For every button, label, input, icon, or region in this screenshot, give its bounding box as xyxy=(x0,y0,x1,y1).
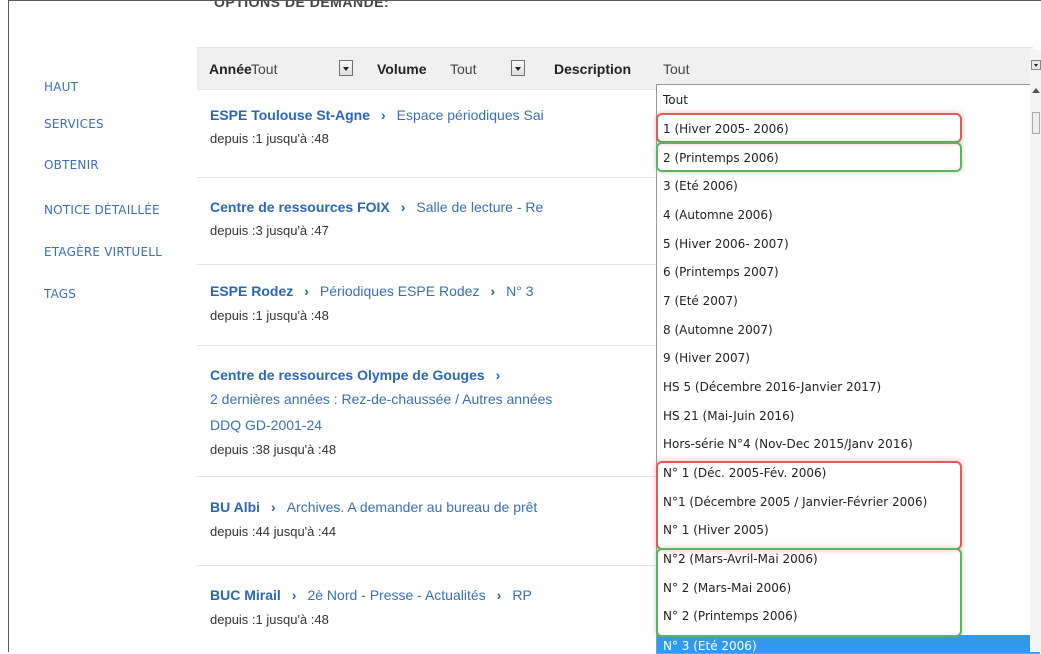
dropdown-option[interactable]: N° 2 (Printemps 2006) xyxy=(663,609,798,623)
dropdown-option[interactable]: 8 (Automne 2007) xyxy=(663,323,773,337)
dropdown-option[interactable]: HS 21 (Mai-Juin 2016) xyxy=(663,409,794,423)
location-link[interactable]: 2 dernières années : Rez-de-chaussée / A… xyxy=(210,391,552,407)
issue-range: depuis :44 jusqu'à :44 xyxy=(210,524,337,539)
location-sublink[interactable]: N° 3 xyxy=(506,283,533,299)
dropdown-option[interactable]: Hors-série N°4 (Nov-Dec 2015/Janv 2016) xyxy=(663,437,913,451)
dropdown-option[interactable]: HS 5 (Décembre 2016-Janvier 2017) xyxy=(663,380,881,394)
library-link[interactable]: Centre de ressources FOIX xyxy=(210,199,390,215)
location-link[interactable]: Archives. A demander au bureau de prêt xyxy=(287,499,538,515)
location-link[interactable]: Espace périodiques Sai xyxy=(397,107,544,123)
description-dropdown-list[interactable]: Tout 1 (Hiver 2005- 2006) 2 (Printemps 2… xyxy=(656,84,1040,654)
annee-value[interactable]: Tout xyxy=(251,61,277,77)
dropdown-option[interactable]: Tout xyxy=(663,93,688,107)
selected-option-label: N° 3 (Eté 2006) xyxy=(663,639,757,653)
annee-label: Année xyxy=(209,61,252,77)
nav-item-haut[interactable]: HAUT xyxy=(44,80,78,94)
result-row: ESPE Rodez › Périodiques ESPE Rodez › N° 3 d… xyxy=(197,264,662,346)
page-scrollbar[interactable] xyxy=(1030,50,1041,652)
nav-item-obtenir[interactable]: OBTENIR xyxy=(44,158,99,172)
dropdown-option[interactable]: 5 (Hiver 2006- 2007) xyxy=(663,237,789,251)
dropdown-option[interactable]: 6 (Printemps 2007) xyxy=(663,265,779,279)
chevron-right-icon: › xyxy=(304,283,309,299)
dropdown-option[interactable]: N°1 (Décembre 2005 / Janvier-Février 200… xyxy=(663,495,927,509)
annee-dropdown-button[interactable] xyxy=(339,60,353,76)
library-link[interactable]: BUC Mirail xyxy=(210,587,281,603)
dropdown-option[interactable]: N° 1 (Hiver 2005) xyxy=(663,523,769,537)
nav-item-notice[interactable]: NOTICE DÉTAILLÉE xyxy=(44,203,160,217)
dropdown-option-selected[interactable]: N° 3 (Eté 2006) xyxy=(657,635,1039,653)
issue-range: depuis :1 jusqu'à :48 xyxy=(210,131,329,146)
dropdown-option[interactable]: 7 (Eté 2007) xyxy=(663,294,738,308)
dropdown-option[interactable]: N° 1 (Déc. 2005-Fév. 2006) xyxy=(663,466,826,480)
chevron-right-icon: › xyxy=(380,107,386,123)
library-link[interactable]: Centre de ressources Olympe de Gouges xyxy=(210,367,485,383)
chevron-right-icon: › xyxy=(496,587,502,603)
dropdown-option[interactable]: 9 (Hiver 2007) xyxy=(663,351,750,365)
library-link[interactable]: ESPE Rodez xyxy=(210,283,293,299)
library-link[interactable]: BU Albi xyxy=(210,499,260,515)
dropdown-option[interactable]: N° 2 (Mars-Mai 2006) xyxy=(663,581,791,595)
scroll-up-icon[interactable] xyxy=(1032,88,1040,93)
chevron-right-icon: › xyxy=(490,283,496,299)
call-number: DDQ GD-2001-24 xyxy=(210,417,323,433)
issue-range: depuis :38 jusqu'à :48 xyxy=(210,442,337,457)
issue-range: depuis :1 jusqu'à :48 xyxy=(210,308,329,323)
result-row: Centre de ressources FOIX › Salle de lectu… xyxy=(197,177,662,265)
result-row: BUC Mirail › 2è Nord - Presse - Actualités… xyxy=(197,565,662,653)
chevron-right-icon: › xyxy=(400,199,406,215)
location-link[interactable]: 2è Nord - Presse - Actualités xyxy=(307,587,485,603)
issue-range: depuis :1 jusqu'à :48 xyxy=(210,612,329,627)
library-link[interactable]: ESPE Toulouse St-Agne xyxy=(210,107,370,123)
chevron-right-icon: › xyxy=(271,499,276,515)
volume-value[interactable]: Tout xyxy=(450,61,476,77)
nav-item-etagere[interactable]: ETAGÈRE VIRTUELL xyxy=(44,245,162,259)
description-label: Description xyxy=(554,61,632,77)
dropdown-option[interactable]: 1 (Hiver 2005- 2006) xyxy=(663,122,789,136)
chevron-right-icon: › xyxy=(291,587,297,603)
location-link[interactable]: Périodiques ESPE Rodez xyxy=(320,283,480,299)
nav-item-tags[interactable]: TAGS xyxy=(44,287,76,301)
result-row: ESPE Toulouse St-Agne › Espace périodiques… xyxy=(197,89,662,178)
location-sublink[interactable]: RP xyxy=(512,587,531,603)
volume-label: Volume xyxy=(377,61,427,77)
nav-item-services[interactable]: SERVICES xyxy=(44,117,104,131)
issue-range: depuis :3 jusqu'à :47 xyxy=(210,223,329,238)
section-heading: OPTIONS DE DEMANDE: xyxy=(214,0,390,10)
chevron-right-icon: › xyxy=(495,367,501,383)
volume-dropdown-button[interactable] xyxy=(511,60,525,76)
dropdown-option[interactable]: N°2 (Mars-Avril-Mai 2006) xyxy=(663,552,818,566)
dropdown-option[interactable]: 2 (Printemps 2006) xyxy=(663,151,779,165)
result-row: BU Albi › Archives. A demander au bureau d… xyxy=(197,476,662,566)
description-dropdown-button[interactable] xyxy=(1031,60,1041,70)
dropdown-option[interactable]: 4 (Automne 2006) xyxy=(663,208,773,222)
description-value[interactable]: Tout xyxy=(663,61,689,77)
result-row: Centre de ressources Olympe de Gouges › 2… xyxy=(197,345,662,477)
scroll-thumb[interactable] xyxy=(1032,112,1040,134)
location-link[interactable]: Salle de lecture - Re xyxy=(416,199,543,215)
dropdown-option[interactable]: 3 (Eté 2006) xyxy=(663,179,738,193)
